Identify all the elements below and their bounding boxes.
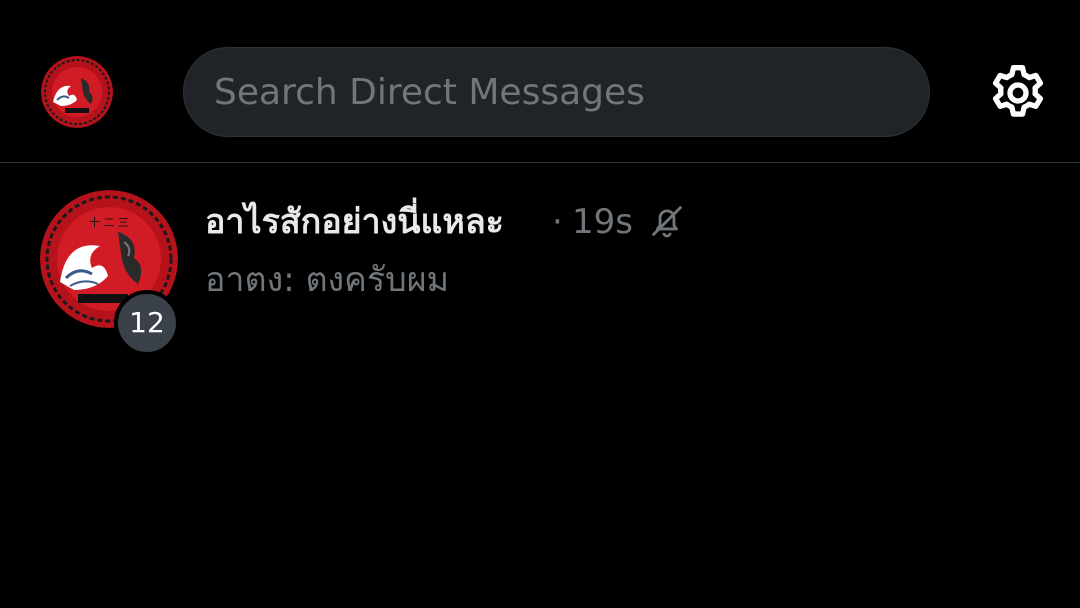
bell-off-icon <box>648 202 686 240</box>
conversation-avatar-wrap: 十 二 三 12 <box>40 190 180 356</box>
profile-avatar[interactable] <box>41 56 113 128</box>
separator-dot: · <box>552 202 563 242</box>
profile-avatar-icon <box>41 56 113 128</box>
conversation-name: อาไรสักอย่างนี่แหละ <box>205 202 504 242</box>
gear-icon <box>992 65 1044 117</box>
conversation-item[interactable]: 十 二 三 12 อาไรสักอย่างนี่แหละ · 19s อาตง:… <box>0 164 1080 356</box>
conversation-timestamp: 19s <box>572 202 633 242</box>
unread-count-badge: 12 <box>114 290 180 356</box>
conversation-preview: อาตง: ตงครับผม <box>205 260 450 300</box>
svg-text:十 二 三: 十 二 三 <box>89 215 129 229</box>
dm-header <box>0 0 1080 163</box>
dm-inbox-screen: 十 二 三 12 อาไรสักอย่างนี่แหละ · 19s อาตง <box>0 0 1080 608</box>
settings-button[interactable] <box>986 61 1050 125</box>
search-input[interactable] <box>214 48 904 136</box>
search-bar[interactable] <box>183 47 930 137</box>
